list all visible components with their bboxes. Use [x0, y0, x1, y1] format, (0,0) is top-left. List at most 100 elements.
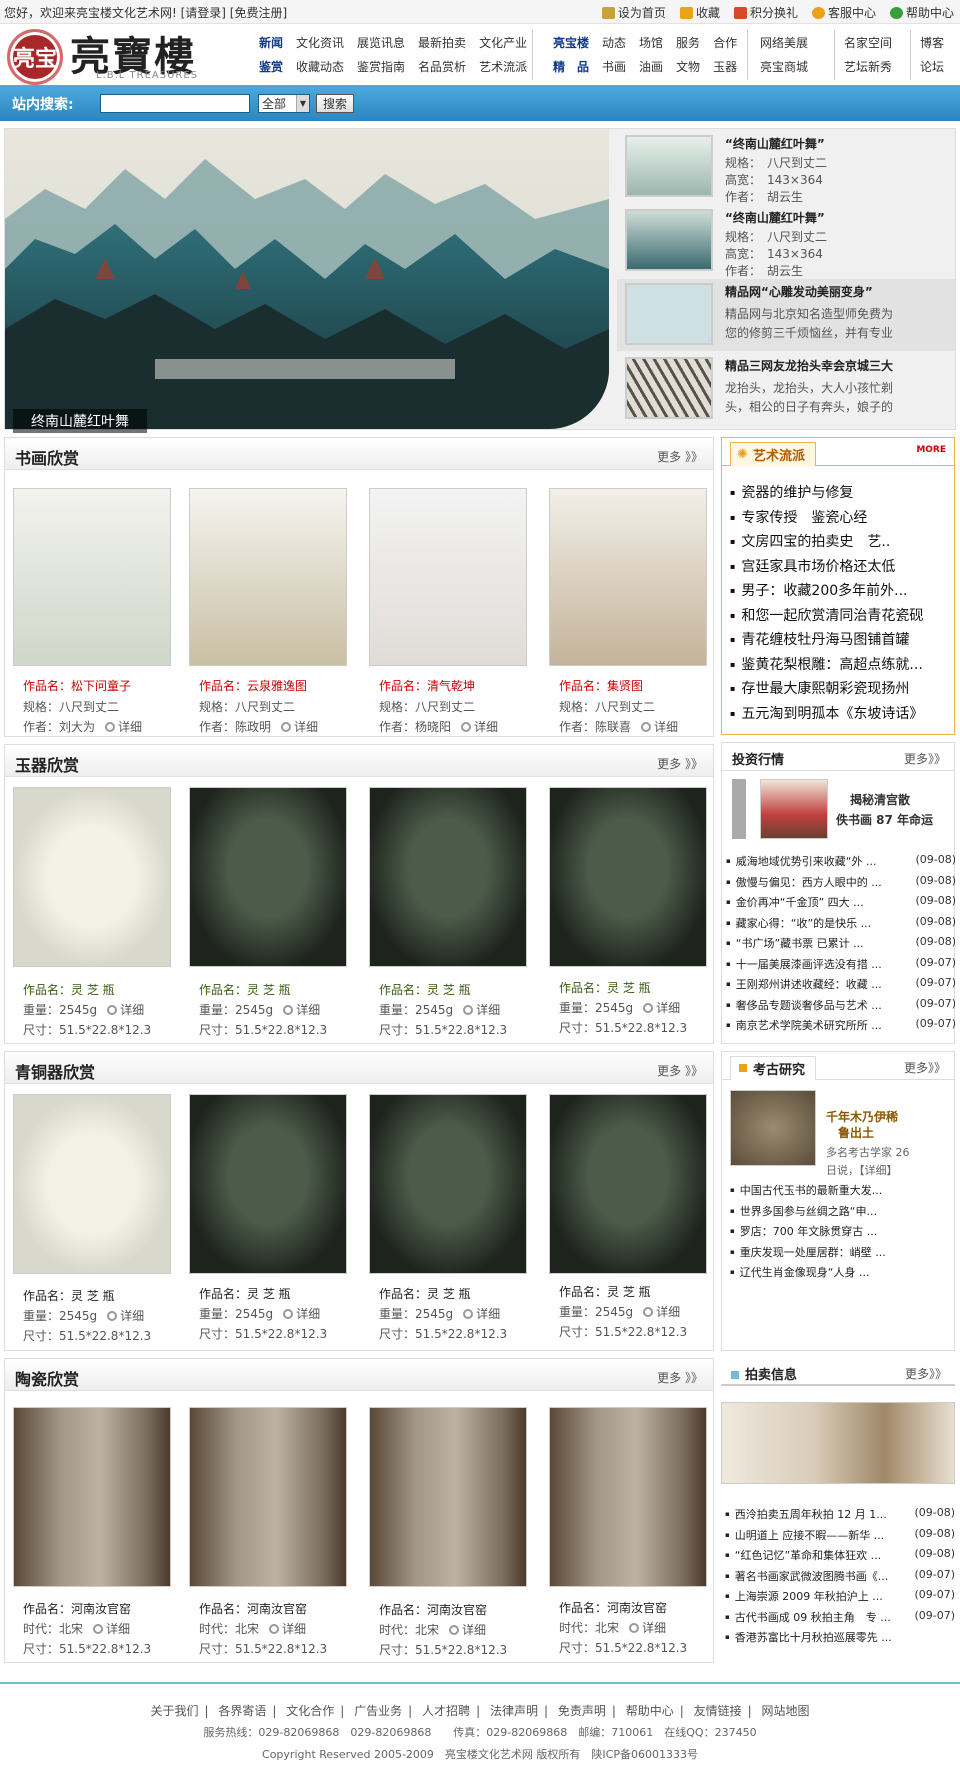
list-item[interactable]: 藏家心得：“收”的是快乐 ...(09-08)	[726, 915, 956, 936]
favorite-link[interactable]: 收藏	[679, 4, 720, 21]
artwork-image[interactable]	[369, 1407, 527, 1587]
nav-exhibition[interactable]: 展览讯息	[356, 34, 406, 51]
detail-link[interactable]: 详细	[283, 1307, 320, 1321]
list-item[interactable]: 香港苏富比十月秋拍巡展零先 ...	[725, 1629, 955, 1650]
more-link[interactable]: 更多 》》	[657, 755, 703, 772]
list-item[interactable]: 存世最大康熙朝彩瓷现扬州	[730, 678, 960, 703]
list-item[interactable]: 山明道上 应接不暇——新华 ...(09-08)	[725, 1527, 955, 1548]
artwork-item[interactable]: 作品名：清气乾坤 规格：八尺到丈二 作者：杨晓阳 详细	[369, 488, 539, 738]
artwork-item[interactable]: 作品名：灵 芝 瓶 重量：2545g 详细 尺寸：51.5*22.8*12.3	[13, 1094, 183, 1344]
help-center-link[interactable]: 帮助中心	[889, 4, 954, 21]
artwork-image[interactable]	[189, 787, 347, 967]
list-item[interactable]: “红色记忆”革命和集体狂欢 ...(09-08)	[725, 1547, 955, 1568]
list-item[interactable]: 古代书画成 09 秋拍主角 专 ...(09-07)	[725, 1609, 955, 1630]
more-link[interactable]: 更多》》	[904, 750, 946, 767]
banner-item[interactable]: 精品三网友龙抬头幸会京城三大 龙抬头，龙抬头，大人小孩忙剃 头，相公的日子有奔头…	[625, 353, 955, 425]
list-item[interactable]: 傲慢与偏见：西方人眼中的 ...(09-08)	[726, 874, 956, 895]
nav-oil-painting[interactable]: 油画	[638, 58, 664, 75]
nav-forum[interactable]: 论坛	[920, 58, 944, 75]
detail-link[interactable]: 详细	[449, 1623, 486, 1637]
nav-calligraphy[interactable]: 书画	[601, 58, 627, 75]
artwork-item[interactable]: 作品名：灵 芝 瓶 重量：2545g 详细 尺寸：51.5*22.8*12.3	[189, 787, 359, 1037]
artwork-image[interactable]	[13, 1094, 171, 1274]
list-item[interactable]: 重庆发现一处厘居群：峭壁 ...	[730, 1244, 960, 1265]
detail-link[interactable]: 详细	[283, 1003, 320, 1017]
detail-link[interactable]: 详细	[269, 1622, 306, 1636]
list-item[interactable]: 威海地域优势引来收藏“外 ...(09-08)	[726, 853, 956, 874]
artwork-item[interactable]: 作品名：灵 芝 瓶 重量：2545g 详细 尺寸：51.5*22.8*12.3	[549, 787, 719, 1037]
art-schools-tab[interactable]: ✺ 艺术流派	[730, 442, 817, 466]
search-button[interactable]: 搜索	[316, 94, 354, 113]
artwork-item[interactable]: 作品名：集贤图 规格：八尺到丈二 作者：陈联喜 详细	[549, 488, 719, 738]
artwork-image[interactable]	[369, 1094, 527, 1274]
nav-masterpiece[interactable]: 名品赏析	[417, 58, 467, 75]
feature-desc[interactable]: 日说，【详细】	[826, 1162, 898, 1178]
list-item[interactable]: 南京艺术学院美术研究所所 ...(09-07)	[726, 1017, 956, 1038]
artwork-image[interactable]	[549, 787, 707, 967]
footer-link-messages[interactable]: 各界寄语	[218, 1704, 266, 1718]
banner-painting[interactable]	[5, 129, 609, 429]
detail-link[interactable]: 详细	[107, 1309, 144, 1323]
footer-link-jobs[interactable]: 人才招聘	[422, 1704, 470, 1718]
footer-link-ads[interactable]: 广告业务	[354, 1704, 402, 1718]
artwork-image[interactable]	[369, 787, 527, 967]
list-item[interactable]: 著名书画家武微波图腾书画《...(09-07)	[725, 1568, 955, 1589]
list-item[interactable]: 文房四宝的拍卖史 艺..	[730, 531, 960, 556]
list-item[interactable]: 奢侈品专题谈奢侈品与艺术 ...(09-07)	[726, 997, 956, 1018]
artwork-image[interactable]	[549, 1094, 707, 1274]
list-item[interactable]: 上海崇源 2009 年秋拍沪上 ...(09-07)	[725, 1588, 955, 1609]
nav-new-artists[interactable]: 艺坛新秀	[844, 58, 892, 75]
list-item[interactable]: 宫廷家具市场价格还太低	[730, 556, 960, 581]
nav-mall[interactable]: 亮宝商城	[760, 58, 808, 75]
artwork-item[interactable]: 作品名：河南汝官窑 时代：北宋 详细 尺寸：51.5*22.8*12.3	[549, 1407, 719, 1657]
nav-online-exhibition[interactable]: 网络美展	[760, 34, 808, 51]
feature-title[interactable]: 千年木乃伊稀	[826, 1108, 898, 1125]
list-item[interactable]: 中国古代玉书的最新重大发...	[730, 1182, 960, 1203]
logo-seal-icon[interactable]: 亮宝	[7, 29, 63, 85]
footer-link-about[interactable]: 关于我们	[150, 1704, 198, 1718]
artwork-image[interactable]	[549, 1407, 707, 1587]
search-input[interactable]	[100, 94, 250, 113]
detail-link[interactable]: 详细	[629, 1621, 666, 1635]
artwork-item[interactable]: 作品名：河南汝官窑 时代：北宋 详细 尺寸：51.5*22.8*12.3	[189, 1407, 359, 1657]
detail-link[interactable]: 详细	[107, 1003, 144, 1017]
more-link[interactable]: 更多 》》	[657, 448, 703, 465]
banner-item-active[interactable]: 精品网“心雕发动美丽变身” 精品网与北京知名造型师免费为 您的修剪三千烦恼丝，并…	[617, 279, 955, 351]
list-item[interactable]: 青花缠枝牡丹海马图铺首罐	[730, 629, 960, 654]
nav-news[interactable]: 新闻	[258, 34, 284, 51]
artwork-image[interactable]	[189, 1094, 347, 1274]
feature-title[interactable]: 揭秘清宫散	[850, 791, 910, 808]
nav-latest-auction[interactable]: 最新拍卖	[417, 34, 467, 51]
detail-link[interactable]: 详细	[463, 1307, 500, 1321]
detail-link[interactable]: 详细	[93, 1622, 130, 1636]
footer-link-legal[interactable]: 法律声明	[490, 1704, 538, 1718]
more-link[interactable]: 更多 》》	[657, 1369, 703, 1386]
artwork-item[interactable]: 作品名：灵 芝 瓶 重量：2545g 详细 尺寸：51.5*22.8*12.3	[13, 787, 183, 1037]
artwork-image[interactable]	[13, 787, 171, 967]
list-item[interactable]: 专家传授 鉴瓷心经	[730, 507, 960, 532]
footer-link-disclaimer[interactable]: 免责声明	[558, 1704, 606, 1718]
list-item[interactable]: 罗店：700 年文脉贯穿古 ...	[730, 1223, 960, 1244]
artwork-image[interactable]	[549, 488, 707, 666]
artwork-item[interactable]: 作品名：云泉雅逸图 规格：八尺到丈二 作者：陈政明 详细	[189, 488, 359, 738]
list-item[interactable]: 金价再冲“千金顶” 四大 ...(09-08)	[726, 894, 956, 915]
artwork-item[interactable]: 作品名：河南汝官窑 时代：北宋 详细 尺寸：51.5*22.8*12.3	[13, 1407, 183, 1657]
nav-blog[interactable]: 博客	[920, 34, 944, 51]
nav-culture-news[interactable]: 文化资讯	[295, 34, 345, 51]
artwork-image[interactable]	[13, 488, 171, 666]
detail-link[interactable]: 详细	[641, 720, 678, 734]
list-item[interactable]: 辽代生肖金像现身“人身 ...	[730, 1264, 960, 1285]
artwork-image[interactable]	[13, 1407, 171, 1587]
list-item[interactable]: 和您一起欣赏清同治青花瓷砚	[730, 605, 960, 630]
artwork-image[interactable]	[369, 488, 527, 666]
feature-image[interactable]	[760, 779, 828, 839]
list-item[interactable]: 十一届美展漆画评选没有措 ...(09-07)	[726, 956, 956, 977]
banner-item[interactable]: “终南山麓红叶舞” 规格： 八尺到丈二 高宽： 143×364 作者： 胡云生	[625, 205, 955, 278]
more-link[interactable]: 更多》》	[905, 1365, 947, 1382]
detail-link[interactable]: 详细	[643, 1001, 680, 1015]
nav-appraisal[interactable]: 鉴赏	[258, 58, 284, 75]
artwork-item[interactable]: 作品名：灵 芝 瓶 重量：2545g 详细 尺寸：51.5*22.8*12.3	[189, 1094, 359, 1344]
nav-dynamic[interactable]: 动态	[601, 34, 627, 51]
list-item[interactable]: 瓷器的维护与修复	[730, 482, 960, 507]
footer-link-cooperation[interactable]: 文化合作	[286, 1704, 334, 1718]
